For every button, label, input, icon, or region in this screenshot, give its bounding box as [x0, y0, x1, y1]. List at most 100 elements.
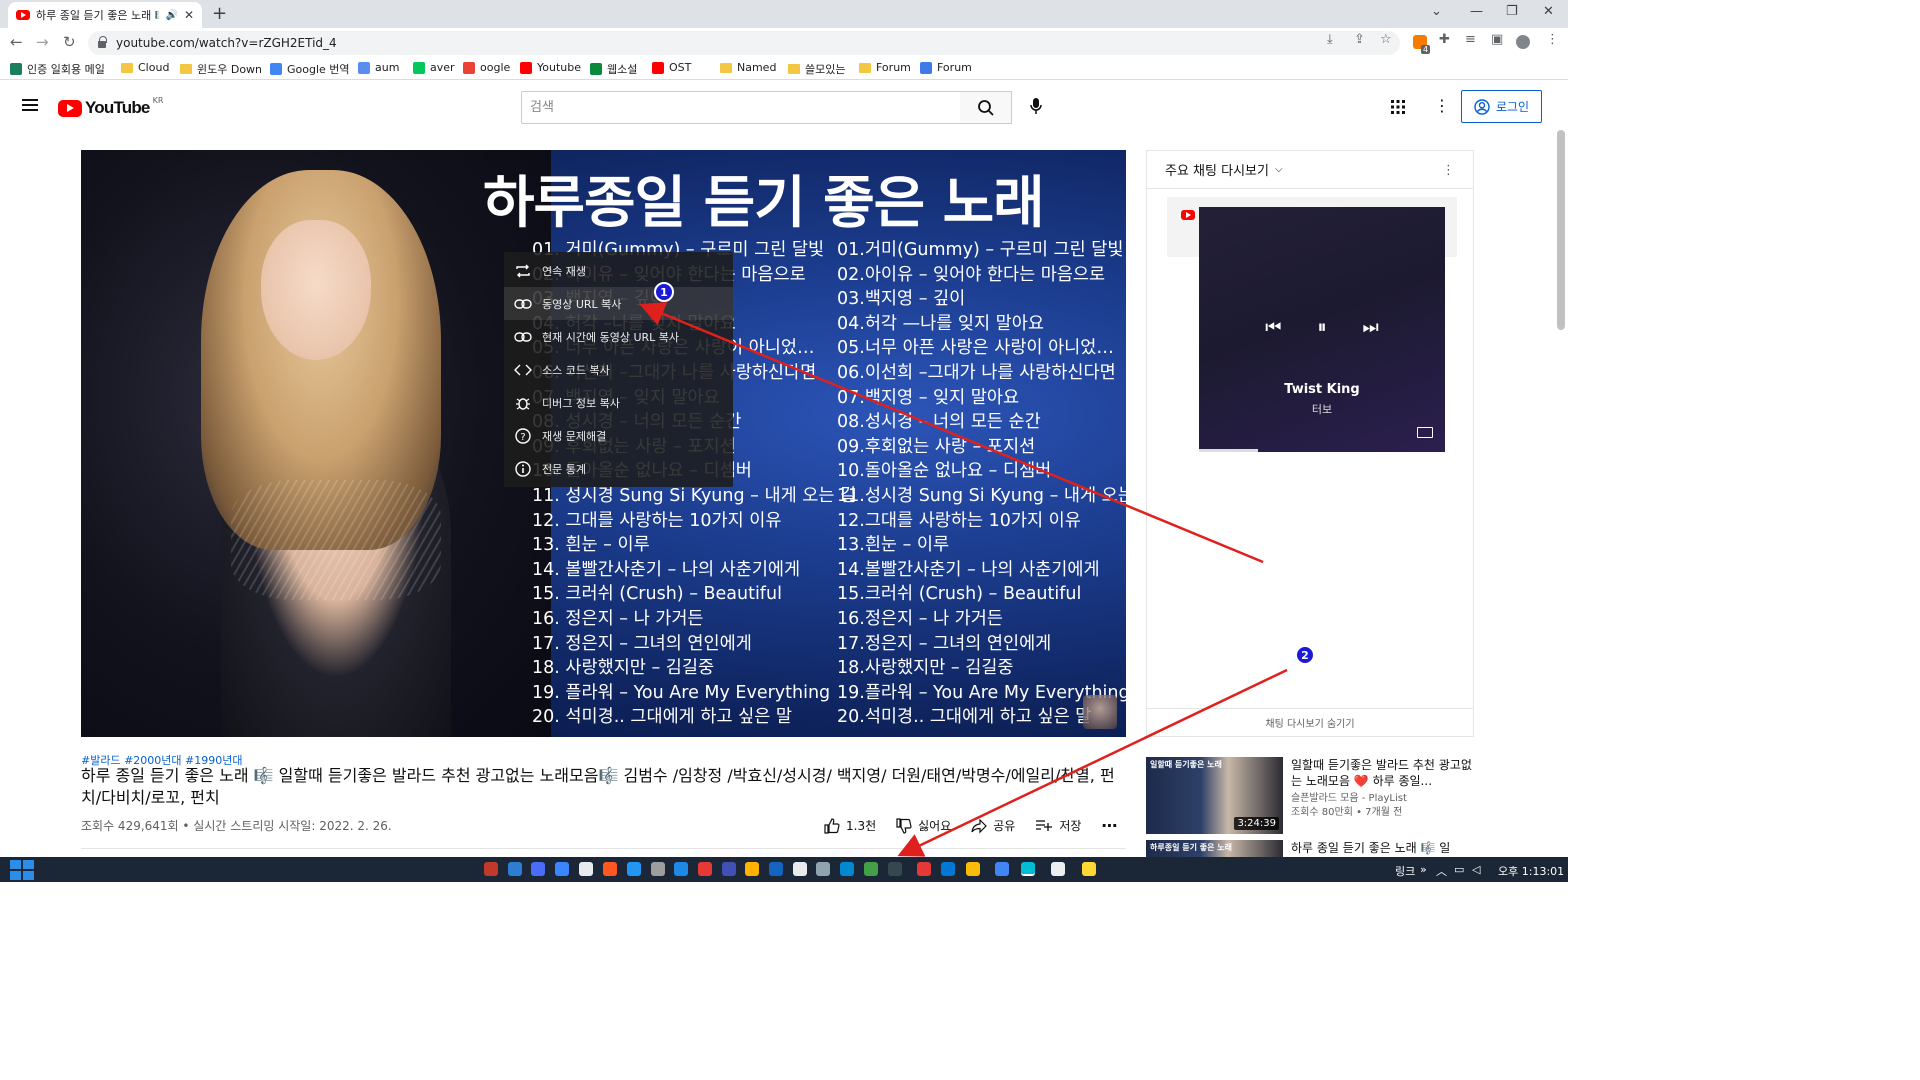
desktop-icon[interactable]	[1021, 862, 1035, 876]
mini-player-progress[interactable]	[1199, 449, 1259, 452]
clock[interactable]: 오후 1:13:01	[1498, 863, 1564, 879]
bookmark-item[interactable]: 웹소설	[590, 61, 637, 77]
address-bar[interactable]: youtube.com/watch?v=rZGH2ETid_4	[88, 31, 1400, 55]
context-menu-item[interactable]: 전문 통계	[504, 452, 733, 485]
opera-icon[interactable]	[917, 862, 931, 876]
bookmark-item[interactable]: 쓸모있는	[788, 61, 845, 77]
target-icon[interactable]	[1051, 862, 1065, 876]
bookmark-item[interactable]: oogle	[463, 61, 510, 74]
bookmark-item[interactable]: OST	[652, 61, 691, 74]
media-control-icon[interactable]: ≡	[1465, 32, 1476, 47]
pdf-icon[interactable]	[698, 862, 712, 876]
app-icon[interactable]	[722, 862, 736, 876]
search-button[interactable]	[960, 91, 1012, 124]
browser-tab[interactable]: 하루 종일 듣기 좋은 노래 🎼 일 🔊 ✕	[8, 2, 202, 28]
close-window-button[interactable]: ✕	[1543, 4, 1554, 19]
cloud-icon[interactable]	[816, 862, 830, 876]
recommended-thumbnail[interactable]: 일할때 듣기좋은 노래 3:24:39	[1146, 757, 1283, 834]
bookmark-item[interactable]: Forum	[920, 61, 972, 74]
more-actions-icon[interactable]: ⋯	[1101, 816, 1117, 835]
pause-icon[interactable]: ⏸	[1318, 317, 1327, 338]
tray-chevron-icon[interactable]: »	[1420, 863, 1427, 876]
context-menu-item[interactable]: 연속 재생	[504, 254, 733, 287]
recommended-title[interactable]: 일할때 듣기좋은 발라드 추천 광고없는 노래모음 ❤️ 하루 종일...	[1291, 757, 1476, 789]
bookmark-item[interactable]: Forum	[859, 61, 911, 74]
chrome-icon[interactable]	[966, 862, 980, 876]
restore-button[interactable]: ❐	[1506, 4, 1518, 19]
extensions-puzzle-icon[interactable]: ✚	[1439, 32, 1450, 47]
chat-more-icon[interactable]: ⋮	[1442, 163, 1455, 178]
shield-icon[interactable]	[769, 862, 783, 876]
page-scrollbar[interactable]	[1557, 130, 1565, 330]
chrome-alt-icon[interactable]	[995, 862, 1009, 876]
bookmark-item[interactable]: Google 번역	[270, 61, 350, 77]
new-tab-button[interactable]: +	[212, 3, 227, 24]
shield-app-icon[interactable]	[508, 862, 522, 876]
channel-watermark[interactable]	[1083, 695, 1117, 729]
close-tab-icon[interactable]: ✕	[184, 8, 194, 22]
recommended-video[interactable]: 하루종일 듣기 좋은 노래 하루 종일 듣기 좋은 노래 🎼 일	[1146, 840, 1476, 857]
lock-icon[interactable]	[98, 36, 107, 48]
window-app-icon[interactable]	[627, 862, 641, 876]
browser-menu-icon[interactable]: ⋮	[1546, 32, 1559, 47]
bookmark-item[interactable]: aver	[413, 61, 455, 74]
bookmark-item[interactable]: Youtube	[520, 61, 581, 74]
tray-links-label[interactable]: 링크	[1395, 863, 1415, 879]
forward-icon[interactable]: →	[36, 33, 49, 51]
circle-app-icon[interactable]	[793, 862, 807, 876]
search-input[interactable]	[530, 100, 952, 115]
speaker-icon[interactable]: 🔊	[165, 10, 177, 21]
sign-in-button[interactable]: 로그인	[1461, 90, 1542, 123]
terminal-icon[interactable]	[888, 862, 902, 876]
chat-header[interactable]: 주요 채팅 다시보기 ⌵ ⋮	[1147, 151, 1473, 189]
paint-icon[interactable]	[745, 862, 759, 876]
miniplayer-icon[interactable]	[1417, 427, 1433, 438]
context-menu-item[interactable]: 소스 코드 복사	[504, 353, 733, 386]
context-menu-item[interactable]: 동영상 URL 복사	[504, 287, 733, 320]
settings-icon[interactable]	[651, 862, 665, 876]
context-menu-item[interactable]: 현재 시간에 동영상 URL 복사	[504, 320, 733, 353]
share-button[interactable]: 공유	[971, 817, 1015, 834]
side-panel-icon[interactable]: ▣	[1491, 32, 1503, 47]
settings-more-icon[interactable]: ⋮	[1434, 96, 1450, 115]
tray-overflow-icon[interactable]: ︿	[1436, 863, 1447, 879]
recommended-channel[interactable]: 슬픈발라드 모음 - PlayList	[1291, 792, 1476, 806]
profile-avatar-icon[interactable]	[1516, 35, 1530, 49]
context-menu-item[interactable]: ? 재생 문제해결	[504, 419, 733, 452]
folder-app-icon[interactable]	[1082, 862, 1096, 876]
save-button[interactable]: 저장	[1035, 817, 1081, 834]
back-icon[interactable]: ←	[10, 33, 23, 51]
like-button[interactable]: 1.3천	[824, 817, 876, 834]
share-icon[interactable]: ⇪	[1354, 32, 1365, 47]
bookmark-item[interactable]: 윈도우 Down	[180, 61, 262, 77]
youtube-logo[interactable]: YouTube KR	[58, 96, 163, 118]
edge-icon[interactable]	[941, 862, 955, 876]
music-mini-player[interactable]: ⏮ ⏸ ⏭ Twist King 터보	[1199, 207, 1445, 452]
recommended-video[interactable]: 일할때 듣기좋은 노래 3:24:39 일할때 듣기좋은 발라드 추천 광고없는…	[1146, 757, 1476, 834]
search-app-icon[interactable]	[603, 862, 617, 876]
recommended-thumbnail[interactable]: 하루종일 듣기 좋은 노래	[1146, 840, 1283, 857]
bookmark-item[interactable]: 인증 일회용 메일	[10, 61, 105, 77]
reload-icon[interactable]: ↻	[63, 33, 76, 51]
start-button[interactable]	[10, 860, 34, 880]
next-track-icon[interactable]: ⏭	[1363, 317, 1379, 338]
voice-search-button[interactable]	[1021, 91, 1051, 121]
previous-track-icon[interactable]: ⏮	[1265, 317, 1281, 338]
tab-search-icon[interactable]: ⌄	[1431, 4, 1442, 19]
camera-icon[interactable]	[840, 862, 854, 876]
bookmark-item[interactable]: aum	[358, 61, 399, 74]
dislike-button[interactable]: 싫어요	[896, 817, 951, 834]
bookmark-star-icon[interactable]: ☆	[1380, 32, 1392, 47]
install-icon[interactable]: ⤓	[1327, 32, 1333, 47]
menu-icon[interactable]	[22, 99, 38, 111]
notepad-icon[interactable]	[579, 862, 593, 876]
bookmark-item[interactable]: Named	[720, 61, 776, 74]
antivirus-icon[interactable]	[484, 862, 498, 876]
hide-chat-replay-button[interactable]: 채팅 다시보기 숨기기	[1147, 708, 1473, 736]
store-icon[interactable]	[674, 862, 688, 876]
ai-app-icon[interactable]	[555, 862, 569, 876]
bookmark-item[interactable]: Cloud	[121, 61, 169, 74]
remote-app-icon[interactable]	[531, 862, 545, 876]
recommended-title[interactable]: 하루 종일 듣기 좋은 노래 🎼 일	[1291, 840, 1450, 856]
minimize-button[interactable]: —	[1470, 4, 1483, 19]
